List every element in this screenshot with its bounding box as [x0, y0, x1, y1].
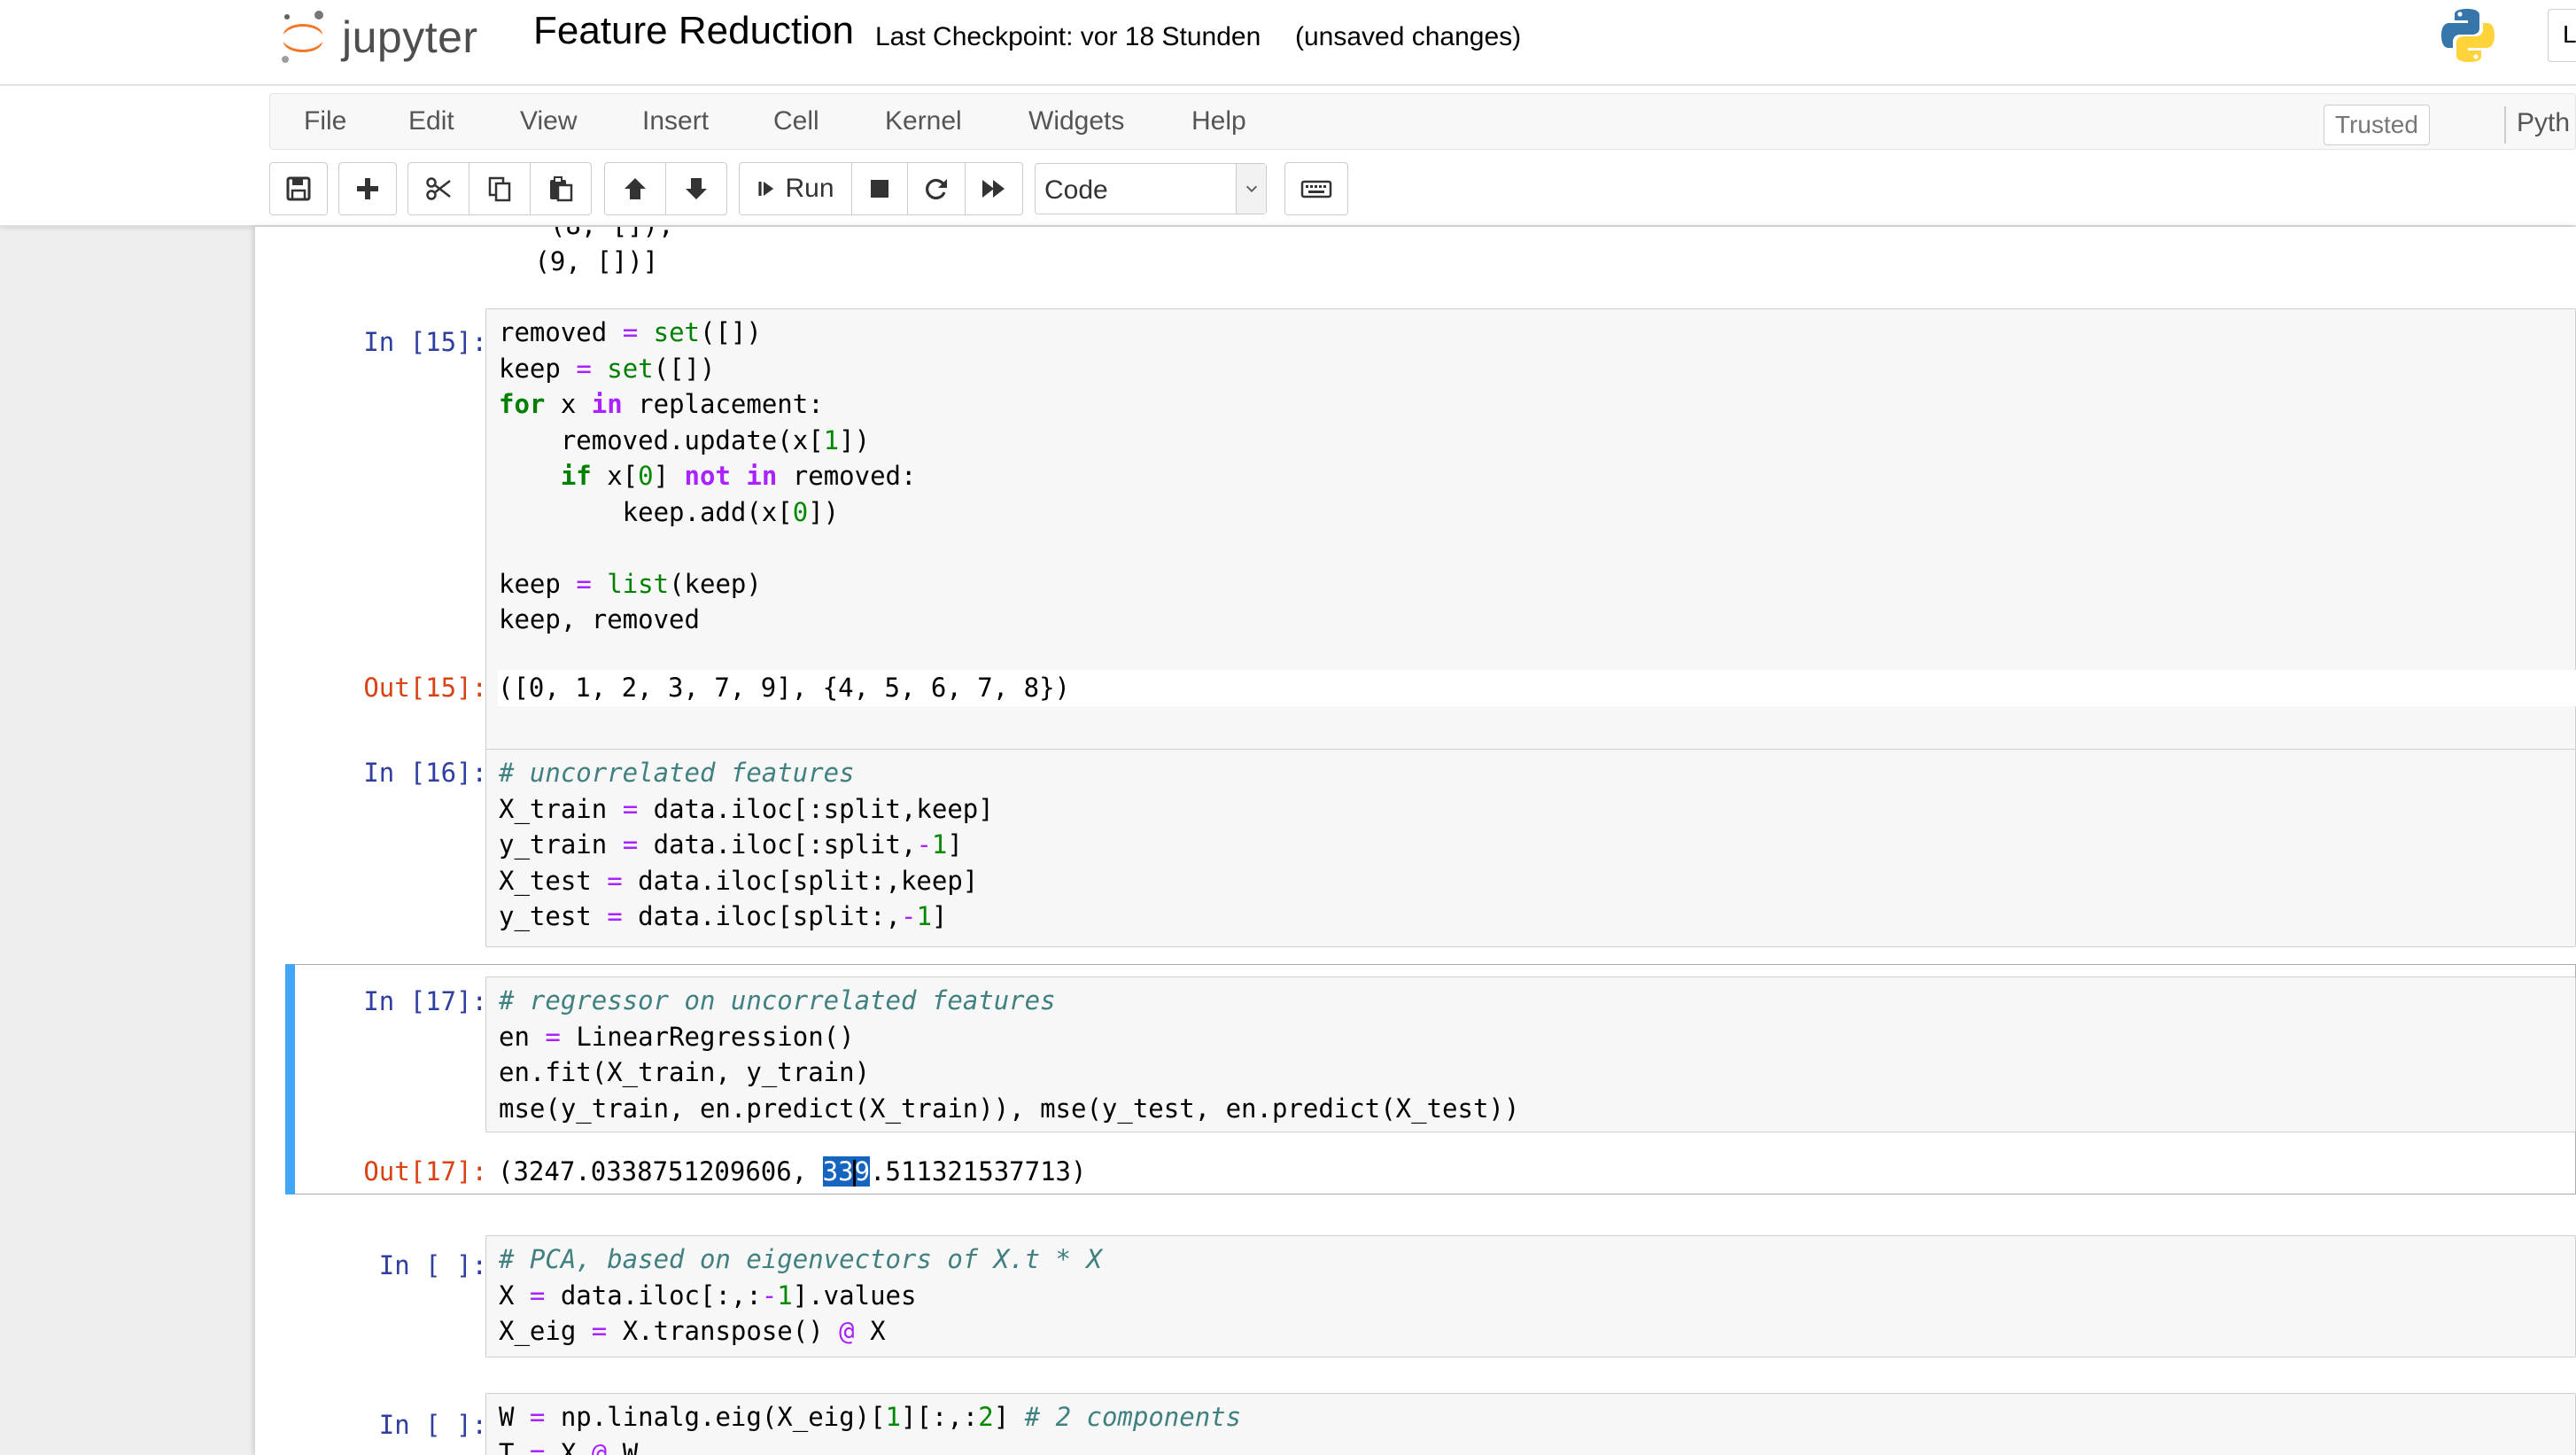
save-icon [286, 176, 311, 201]
chevron-down-icon [1236, 164, 1266, 214]
run-label: Run [785, 174, 834, 203]
input-prompt: In [17]: [363, 986, 487, 1016]
kernel-divider [2504, 106, 2506, 144]
code-line: if x[0] not in removed: [560, 461, 917, 491]
menu-cell[interactable]: Cell [773, 106, 819, 136]
menu-file[interactable]: File [304, 106, 346, 136]
menubar-container: File Edit View Insert Cell Kernel Widget… [0, 86, 2576, 226]
scissors-icon [426, 177, 451, 200]
menu-help[interactable]: Help [1191, 106, 1246, 136]
notebook-container: (8, []), (9, [])] In [15]: removed = set… [255, 227, 2576, 1455]
output-line: (8, []), [519, 227, 2576, 244]
code-line: X_eig = X.transpose() @ X [499, 1316, 886, 1346]
cell-type-select[interactable]: Code [1035, 163, 1267, 214]
restart-button[interactable] [907, 162, 966, 215]
cut-button[interactable] [407, 162, 469, 215]
insert-cell-button[interactable] [338, 162, 397, 215]
code-line: X_test = data.iloc[split:,keep] [499, 865, 979, 896]
checkpoint-status: Last Checkpoint: vor 18 Stunden [875, 22, 1261, 51]
menu-bar: File Edit View Insert Cell Kernel Widget… [269, 93, 2576, 150]
code-line: en = LinearRegression() [499, 1021, 855, 1052]
code-line: removed = set([]) [499, 317, 762, 347]
code-line: keep = set([]) [499, 353, 716, 384]
code-line: # regressor on uncorrelated features [499, 985, 1056, 1015]
arrow-up-icon [625, 178, 646, 199]
code-input-cell-w[interactable]: W = np.linalg.eig(X_eig)[1][:,:2] # 2 co… [485, 1393, 2576, 1455]
run-button[interactable]: Run [739, 162, 852, 215]
user-button[interactable]: L [2548, 9, 2576, 62]
output-text-before: (3247.0338751209606, [498, 1156, 823, 1187]
code-line: W = np.linalg.eig(X_eig)[1][:,:2] # 2 co… [499, 1402, 1242, 1432]
trusted-indicator[interactable]: Trusted [2324, 105, 2430, 145]
kernel-indicator[interactable]: Pyth [2517, 108, 2570, 138]
logo-text: jupyter [342, 12, 478, 62]
code-input-cell-17[interactable]: # regressor on uncorrelated features en … [485, 976, 2576, 1132]
restart-icon [926, 178, 947, 200]
previous-output-tail: (8, []), (9, [])] [519, 227, 2576, 279]
notebook-header: jupyter Feature Reduction Last Checkpoin… [0, 0, 2576, 85]
save-button[interactable] [269, 162, 328, 215]
selected-text-part: 33 [822, 1156, 854, 1187]
input-prompt: In [15]: [363, 327, 487, 357]
selected-text-part: 9 [854, 1156, 871, 1187]
keyboard-icon [1300, 180, 1332, 198]
code-line: T = X @ W [499, 1437, 639, 1455]
output-prompt: Out[15]: [363, 673, 487, 703]
code-input-cell-pca[interactable]: # PCA, based on eigenvectors of X.t * X … [485, 1235, 2576, 1358]
output-line: (9, [])] [519, 245, 659, 276]
code-line: # uncorrelated features [499, 758, 855, 788]
output-text-after: .511321537713) [870, 1156, 1087, 1187]
selected-text: 339 [822, 1156, 871, 1187]
code-line: # PCA, based on eigenvectors of X.t * X [499, 1244, 1102, 1274]
interrupt-button[interactable] [851, 162, 908, 215]
paste-button[interactable] [530, 162, 592, 215]
restart-run-all-button[interactable] [965, 162, 1023, 215]
code-line: en.fit(X_train, y_train) [499, 1057, 871, 1087]
code-line: y_train = data.iloc[:split,-1] [499, 829, 963, 860]
step-forward-icon [758, 182, 774, 196]
autosave-status: (unsaved changes) [1295, 22, 1522, 51]
code-line: keep = list(keep) [499, 568, 762, 599]
input-prompt: In [ ]: [378, 1250, 487, 1280]
output-text[interactable]: (3247.0338751209606, 339.511321537713) [498, 1154, 2576, 1190]
code-line: mse(y_train, en.predict(X_train)), mse(y… [499, 1093, 1520, 1124]
code-line: removed.update(x[1]) [499, 424, 871, 455]
menu-kernel[interactable]: Kernel [885, 106, 962, 136]
code-line: keep, removed [499, 604, 700, 634]
code-line: keep.add(x[0]) [499, 496, 840, 527]
cell-output-17[interactable]: (3247.0338751209606, 339.511321537713) [498, 1154, 2576, 1190]
copy-button[interactable] [469, 162, 531, 215]
plus-icon [357, 178, 378, 199]
output-prompt: Out[17]: [363, 1156, 487, 1187]
menu-view[interactable]: View [520, 106, 577, 136]
code-line: y_test = data.iloc[split:,-1] [499, 901, 948, 931]
code-line: for x in replacement: [499, 389, 824, 419]
input-prompt: In [ ]: [378, 1410, 487, 1440]
jupyter-logo[interactable]: jupyter [276, 5, 478, 69]
code-line: X_train = data.iloc[:split,keep] [499, 793, 994, 824]
move-up-button[interactable] [604, 162, 666, 215]
command-palette-button[interactable] [1284, 162, 1348, 215]
menu-widgets[interactable]: Widgets [1028, 106, 1124, 136]
code-line: X = data.iloc[:,:-1].values [499, 1280, 917, 1311]
python-logo-icon [2441, 9, 2495, 62]
input-prompt: In [16]: [363, 758, 487, 788]
output-text: ([0, 1, 2, 3, 7, 9], {4, 5, 6, 7, 8}) [498, 673, 1071, 703]
menu-insert[interactable]: Insert [642, 106, 709, 136]
arrow-down-icon [686, 178, 707, 199]
stop-icon [871, 180, 888, 198]
cell-output-15: ([0, 1, 2, 3, 7, 9], {4, 5, 6, 7, 8}) [498, 670, 2576, 706]
jupyter-logo-icon [282, 11, 323, 63]
move-down-button[interactable] [665, 162, 727, 215]
menu-edit[interactable]: Edit [408, 106, 454, 136]
paste-icon [550, 176, 573, 202]
code-input-cell-16[interactable]: # uncorrelated features X_train = data.i… [485, 749, 2576, 947]
copy-icon [488, 176, 511, 202]
cell-type-value: Code [1044, 175, 1108, 205]
fast-forward-icon [982, 180, 1005, 198]
notebook-title[interactable]: Feature Reduction [533, 9, 854, 53]
